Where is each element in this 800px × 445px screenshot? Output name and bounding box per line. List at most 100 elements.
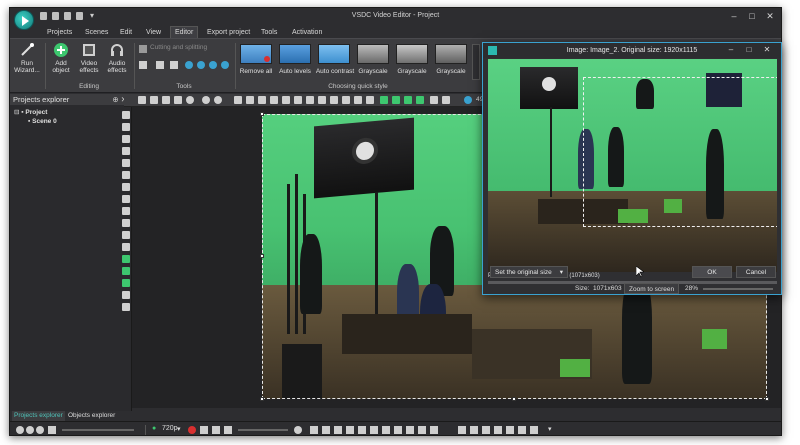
selection-icon[interactable] <box>122 123 130 131</box>
tab-projects-explorer[interactable]: Projects explorer <box>12 411 65 421</box>
video-object-icon[interactable] <box>122 135 130 143</box>
fast-forward-icon[interactable] <box>406 426 414 434</box>
resize-handle[interactable] <box>512 397 516 401</box>
dialog-minimize-icon[interactable]: – <box>725 44 737 56</box>
cancel-button[interactable]: Cancel <box>736 266 776 278</box>
next-frame-icon[interactable] <box>418 426 426 434</box>
menu-view[interactable]: View <box>146 27 161 38</box>
align-right-icon[interactable] <box>270 96 278 104</box>
move-down-icon[interactable] <box>392 96 400 104</box>
scissors-icon[interactable] <box>139 45 147 53</box>
dialog-close-icon[interactable]: ✕ <box>761 44 773 56</box>
trim-icon[interactable] <box>482 426 490 434</box>
record-icon[interactable] <box>186 96 194 104</box>
maximize-icon[interactable]: □ <box>744 10 760 22</box>
menu-editor[interactable]: Editor <box>170 26 199 38</box>
split-icon[interactable] <box>470 426 478 434</box>
run-wizard-button[interactable]: Run Wizard... <box>13 42 41 74</box>
slip-icon[interactable] <box>494 426 502 434</box>
send-back-icon[interactable] <box>416 96 424 104</box>
sync-icon[interactable] <box>221 61 229 69</box>
rectangle-icon[interactable] <box>122 159 130 167</box>
copy-icon[interactable] <box>150 96 158 104</box>
undo-icon[interactable] <box>202 96 210 104</box>
zoom-slider[interactable] <box>703 288 773 290</box>
crop-selection-rect[interactable] <box>583 77 777 227</box>
resolution-dropdown-icon[interactable]: ▾ <box>177 425 181 433</box>
quick-style-grayscale-thumb-3[interactable] <box>435 44 467 64</box>
magnet-icon[interactable] <box>530 426 538 434</box>
audio-effects-button[interactable]: Audio effects <box>104 42 130 74</box>
timeline-zoom-slider[interactable] <box>62 429 134 431</box>
quick-style-remove-all-thumb[interactable] <box>240 44 272 64</box>
rewind-icon[interactable] <box>334 426 342 434</box>
align-left-icon[interactable] <box>246 96 254 104</box>
quick-style-auto-levels-thumb[interactable] <box>279 44 311 64</box>
crop-icon[interactable] <box>156 61 164 69</box>
video-effects-button[interactable]: Video effects <box>76 42 102 74</box>
delete-icon[interactable] <box>174 96 182 104</box>
step-forward-icon[interactable] <box>370 426 378 434</box>
loop-icon[interactable] <box>212 426 220 434</box>
align-bottom-icon[interactable] <box>306 96 314 104</box>
quick-style-grayscale-thumb-1[interactable] <box>357 44 389 64</box>
step-back-icon[interactable] <box>346 426 354 434</box>
video-icon[interactable] <box>122 267 130 275</box>
same-height-icon[interactable] <box>366 96 374 104</box>
audio-icon[interactable] <box>122 279 130 287</box>
tree-item-scene[interactable]: ▪ Scene 0 <box>14 117 127 126</box>
text-icon[interactable] <box>122 195 130 203</box>
quick-style-scroll[interactable] <box>472 44 480 80</box>
zoom-icon[interactable] <box>464 96 472 104</box>
group-icon[interactable] <box>430 96 438 104</box>
play-icon[interactable] <box>358 426 366 434</box>
menu-activation[interactable]: Activation <box>292 27 322 38</box>
resolution-select[interactable]: 720p <box>162 425 178 432</box>
zoom-to-screen-button[interactable]: Zoom to screen <box>624 283 680 294</box>
dialog-maximize-icon[interactable]: □ <box>743 44 755 56</box>
image-icon[interactable] <box>122 255 130 263</box>
go-start-icon[interactable] <box>310 426 318 434</box>
dialog-image-preview[interactable] <box>488 59 777 272</box>
animation-icon[interactable] <box>122 291 130 299</box>
crop-tool-icon[interactable] <box>170 61 178 69</box>
menu-export-project[interactable]: Export project <box>207 27 250 38</box>
redo-icon[interactable] <box>214 96 222 104</box>
speech-bubble-icon[interactable] <box>122 219 130 227</box>
volume-slider[interactable] <box>238 429 288 431</box>
close-icon[interactable]: ✕ <box>762 10 778 22</box>
settings-icon[interactable] <box>36 426 44 434</box>
menu-projects[interactable]: Projects <box>47 27 72 38</box>
add-object-button[interactable]: Add object <box>48 42 74 74</box>
resize-handle[interactable] <box>260 254 264 258</box>
ripple-icon[interactable] <box>506 426 514 434</box>
distribute-v-icon[interactable] <box>330 96 338 104</box>
bring-front-icon[interactable] <box>404 96 412 104</box>
align-center-icon[interactable] <box>258 96 266 104</box>
wrench-icon[interactable] <box>139 61 147 69</box>
resize-handle[interactable] <box>260 112 264 116</box>
chart-icon[interactable] <box>122 231 130 239</box>
pause-icon[interactable] <box>382 426 390 434</box>
same-width-icon[interactable] <box>354 96 362 104</box>
marker-icon[interactable] <box>458 426 466 434</box>
pointer-icon[interactable] <box>122 111 130 119</box>
tab-objects-explorer[interactable]: Objects explorer <box>66 411 117 421</box>
menu-edit[interactable]: Edit <box>120 27 132 38</box>
distribute-h-icon[interactable] <box>318 96 326 104</box>
ellipse-icon[interactable] <box>122 171 130 179</box>
line-icon[interactable] <box>122 147 130 155</box>
preview-eye-icon[interactable]: ● <box>152 425 156 432</box>
more-dropdown-icon[interactable]: ▾ <box>548 425 552 433</box>
fullscreen-icon[interactable] <box>224 426 232 434</box>
menu-tools[interactable]: Tools <box>261 27 277 38</box>
rotate-right-icon[interactable] <box>197 61 205 69</box>
remove-icon[interactable] <box>26 426 34 434</box>
align-middle-icon[interactable] <box>294 96 302 104</box>
resize-handle[interactable] <box>765 397 769 401</box>
move-icon[interactable] <box>122 303 130 311</box>
paste-icon[interactable] <box>162 96 170 104</box>
align-top-icon[interactable] <box>282 96 290 104</box>
ok-button[interactable]: OK <box>692 266 732 278</box>
flip-icon[interactable] <box>209 61 217 69</box>
